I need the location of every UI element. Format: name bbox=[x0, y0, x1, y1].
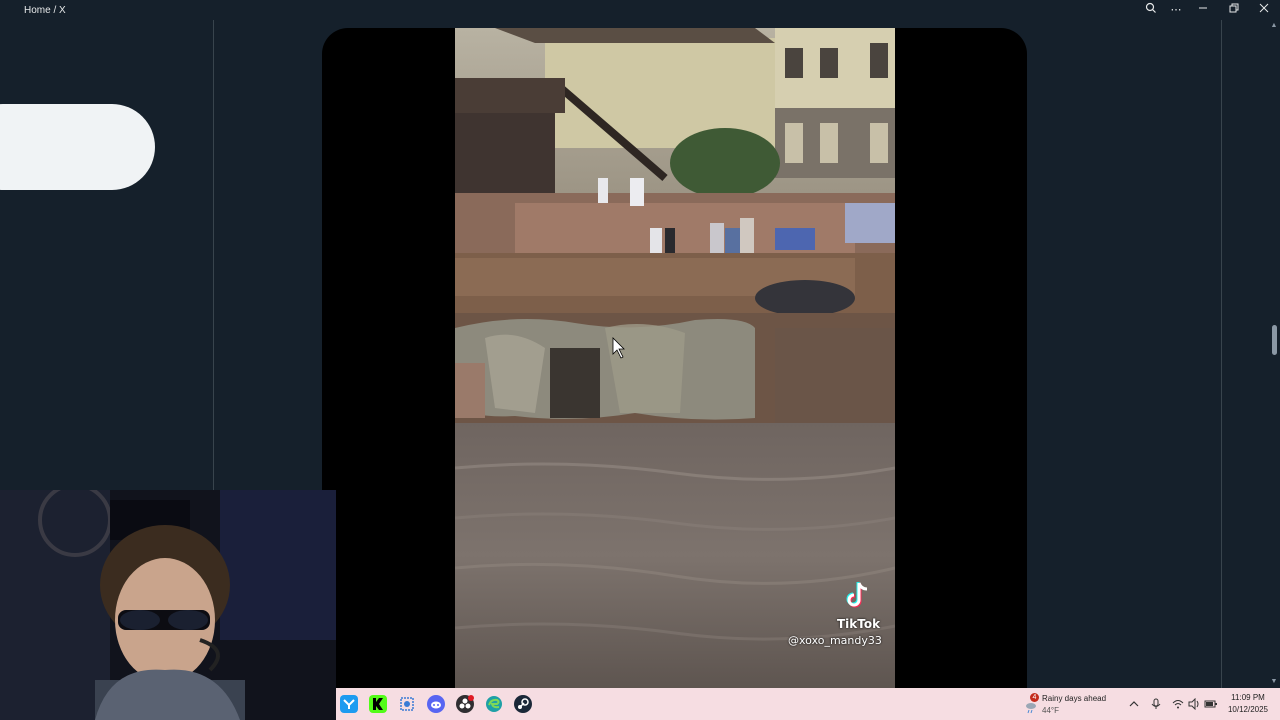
obs-icon[interactable] bbox=[456, 695, 474, 713]
twitter-icon[interactable] bbox=[340, 695, 358, 713]
system-clock[interactable]: 11:09 PM 10/12/2025 bbox=[1222, 693, 1274, 714]
minimize-icon[interactable] bbox=[1195, 2, 1211, 18]
steam-icon[interactable] bbox=[514, 695, 532, 713]
restore-icon[interactable] bbox=[1226, 2, 1242, 18]
window-title: Home / X bbox=[24, 5, 66, 16]
title-bar: Home / X ⋯ bbox=[0, 0, 1280, 20]
zoom-icon[interactable] bbox=[1143, 2, 1159, 18]
show-hidden-icons-chevron-icon[interactable] bbox=[1128, 697, 1140, 709]
scroll-down-arrow-icon[interactable]: ▼ bbox=[1270, 678, 1278, 686]
edge-icon[interactable] bbox=[485, 695, 503, 713]
wifi-icon[interactable] bbox=[1172, 697, 1184, 709]
close-icon[interactable] bbox=[1256, 2, 1272, 18]
rain-cloud-icon bbox=[1024, 700, 1038, 714]
tiktok-logo-icon bbox=[845, 581, 871, 609]
scroll-up-arrow-icon[interactable]: ▲ bbox=[1270, 22, 1278, 30]
webcam-overlay bbox=[0, 490, 336, 720]
sidebar-pill-placeholder[interactable] bbox=[0, 104, 155, 190]
clock-time: 11:09 PM bbox=[1231, 693, 1265, 702]
kick-icon[interactable] bbox=[369, 695, 387, 713]
page-scrollbar[interactable]: ▲ ▼ bbox=[1268, 20, 1280, 688]
video-player[interactable]: TikTok @xoxo_mandy33 bbox=[322, 28, 1027, 688]
snipping-tool-icon[interactable] bbox=[398, 695, 416, 713]
weather-widget[interactable]: 4 Rainy days ahead 44°F bbox=[1022, 688, 1112, 720]
battery-icon[interactable] bbox=[1204, 697, 1218, 709]
windows-taskbar: 4 Rainy days ahead 44°F 11:09 PM 10/12/2… bbox=[336, 688, 1280, 720]
microphone-icon[interactable] bbox=[1150, 697, 1162, 709]
more-icon[interactable]: ⋯ bbox=[1168, 2, 1184, 18]
video-frame[interactable]: TikTok @xoxo_mandy33 bbox=[455, 28, 895, 688]
tiktok-watermark: TikTok bbox=[837, 617, 881, 631]
weather-text: Rainy days ahead bbox=[1042, 694, 1107, 703]
discord-icon[interactable] bbox=[427, 695, 445, 713]
tiktok-username: @xoxo_mandy33 bbox=[788, 634, 882, 647]
weather-temp: 44°F bbox=[1042, 706, 1059, 715]
right-column-divider bbox=[1221, 20, 1222, 688]
volume-icon[interactable] bbox=[1188, 697, 1200, 711]
scrollbar-thumb[interactable] bbox=[1272, 325, 1277, 355]
clock-date: 10/12/2025 bbox=[1227, 705, 1269, 714]
